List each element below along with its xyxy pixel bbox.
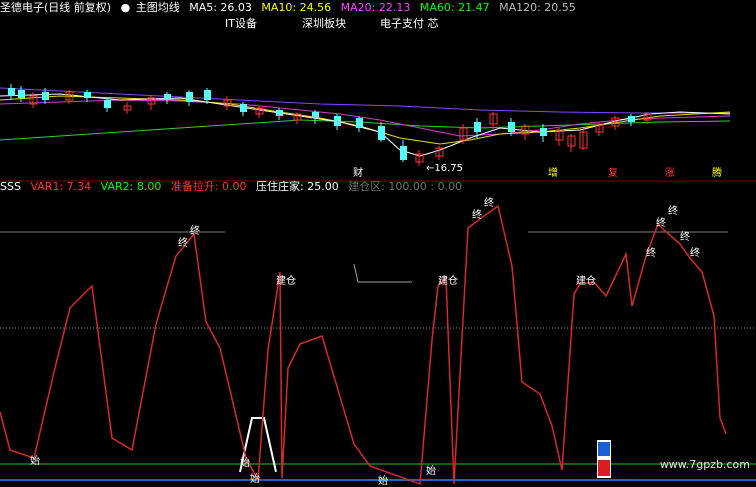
marker-shi: 始 [378,474,388,487]
marker-zhong: 终 [656,216,666,229]
candle-body[interactable] [356,118,363,128]
candle-body[interactable] [312,112,319,118]
stock-chart-window[interactable]: 圣德电子(日线 前复权) ● 主图均线 MA5: 26.03 MA10: 24.… [0,0,756,487]
marker-shi: 始 [30,454,40,467]
candle-body[interactable] [42,92,49,100]
marker-zhong: 终 [680,230,690,243]
candle-body[interactable] [84,92,91,98]
candle-body[interactable] [276,110,283,116]
candlesticks[interactable] [8,84,652,166]
event-tag-zhang[interactable]: 涨 [665,167,675,179]
marker-zhong: 终 [690,246,700,259]
event-tag-teng[interactable]: 腾 [712,166,722,179]
candle-body[interactable] [474,122,481,132]
moving-average-lines [0,87,731,157]
event-tag-cai[interactable]: 财 [353,166,363,179]
marker-zhong: 终 [484,196,494,209]
marker-shi: 始 [250,472,260,485]
logo-badge [597,440,611,478]
price-chart[interactable]: ←16.75 财 增 复 涨 腾 [0,0,756,182]
marker-zhong: 终 [190,224,200,237]
resistance-segment [353,263,412,283]
indicator-chart[interactable]: 终 终 终 终 终 终 终 终 终 建仓 建仓 建仓 始 始 始 始 始 [0,182,756,487]
marker-jiancang: 建仓 [276,274,296,287]
candle-body[interactable] [8,88,15,96]
candle-body[interactable] [186,92,193,102]
candle-body[interactable] [400,146,407,160]
marker-zhong: 终 [668,204,678,217]
event-tag-zeng[interactable]: 增 [548,166,558,179]
marker-shi: 始 [240,456,250,469]
candle-body[interactable] [334,116,341,126]
watermark: www.7gpzb.com [659,458,750,471]
candle-body[interactable] [378,126,385,140]
logo-red-block [598,460,610,476]
candle-body[interactable] [204,90,211,100]
candle-body[interactable] [164,94,171,100]
candle-body[interactable] [18,90,25,98]
marker-jiancang: 建仓 [438,274,458,287]
marker-jiancang: 建仓 [576,274,596,287]
red-signal-line [0,204,727,486]
logo-blue-block [598,442,610,456]
marker-shi: 始 [426,464,436,477]
candle-body[interactable] [240,104,247,112]
marker-zhong: 终 [472,208,482,221]
candle-body[interactable] [104,100,111,108]
candle-body[interactable] [508,122,515,132]
event-tag-fu[interactable]: 复 [608,166,618,179]
ma60-line [0,119,731,141]
low-price-marker: ←16.75 [426,163,463,174]
marker-zhong: 终 [646,246,656,259]
candle-body[interactable] [628,116,635,122]
marker-zhong: 终 [178,236,188,249]
candle-body[interactable] [540,128,547,136]
